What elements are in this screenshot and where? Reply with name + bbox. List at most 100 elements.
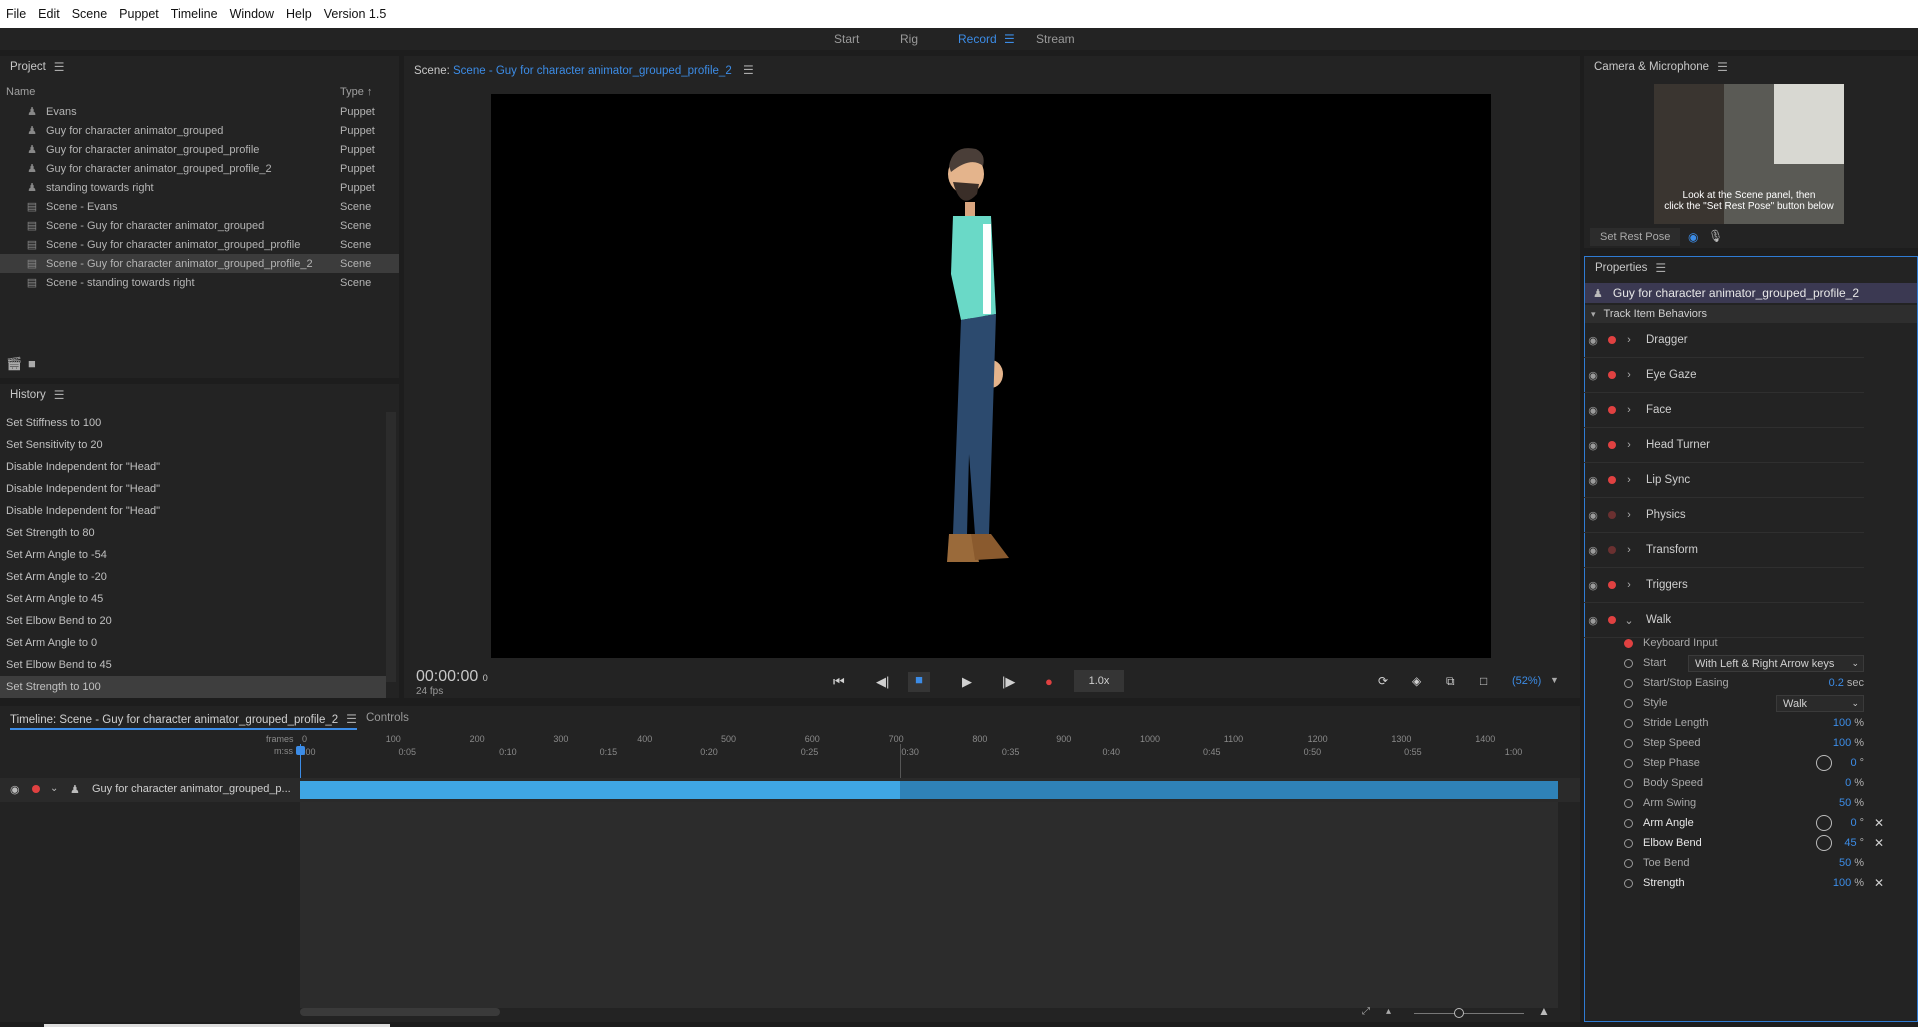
angle-dial-icon[interactable]	[1816, 755, 1832, 771]
eye-icon[interactable]: ◉	[1584, 474, 1602, 487]
eye-icon[interactable]: ◉	[1584, 544, 1602, 557]
project-item[interactable]: ♟ Guy for character animator_grouped Puppe…	[0, 121, 399, 140]
project-col-name[interactable]: Name	[6, 86, 35, 98]
step-forward-icon[interactable]: |▶	[1002, 674, 1015, 690]
zoom-slider-thumb[interactable]	[1454, 1008, 1464, 1018]
record-arm-icon[interactable]	[1608, 336, 1616, 344]
tab-start[interactable]: Start	[834, 32, 859, 46]
chevron-down-icon[interactable]: ⌄	[1622, 614, 1636, 627]
menu-scene[interactable]: Scene	[72, 7, 107, 21]
puppet-figure[interactable]	[491, 94, 1491, 658]
properties-menu-icon[interactable]: ☰	[1655, 261, 1666, 275]
behavior-eye-gaze[interactable]: ◉ › Eye Gaze	[1584, 358, 1864, 393]
param-value[interactable]: 45 °	[1844, 837, 1864, 849]
behavior-head-turner[interactable]: ◉ › Head Turner	[1584, 428, 1864, 463]
go-to-start-icon[interactable]: ⏮	[833, 674, 845, 690]
param-easing[interactable]: Start/Stop Easing 0.2 sec	[1624, 673, 1894, 693]
param-value[interactable]: 0 °	[1850, 817, 1864, 829]
param-value[interactable]: 50%	[1839, 797, 1864, 809]
chevron-right-icon[interactable]: ›	[1622, 544, 1636, 556]
onion-skin-icon[interactable]: ◈	[1412, 674, 1421, 688]
new-scene-icon[interactable]: 🎬︎	[6, 356, 23, 372]
project-col-type[interactable]: Type ↑	[340, 86, 372, 98]
param-keyframe-dot[interactable]	[1624, 798, 1633, 808]
eye-icon[interactable]: ◉	[1584, 439, 1602, 452]
history-item[interactable]: Set Arm Angle to -54	[0, 544, 386, 566]
timeline-tab[interactable]: Timeline: Scene - Guy for character anim…	[10, 712, 357, 730]
param-arm-angle[interactable]: Arm Angle 0 ° ✕	[1624, 813, 1894, 833]
folder-icon[interactable]: ■	[28, 356, 36, 371]
param-keyframe-dot[interactable]	[1624, 698, 1633, 708]
menu-help[interactable]: Help	[286, 7, 312, 21]
param-value[interactable]: 0%	[1845, 777, 1864, 789]
track-bar-tail[interactable]	[900, 781, 1558, 799]
history-item[interactable]: Disable Independent for "Head"	[0, 478, 386, 500]
record-arm-icon[interactable]	[1608, 616, 1616, 624]
project-menu-icon[interactable]: ☰	[54, 60, 65, 74]
angle-dial-icon[interactable]	[1816, 815, 1832, 831]
tab-record[interactable]: Record	[958, 32, 997, 46]
history-menu-icon[interactable]: ☰	[54, 388, 65, 402]
chevron-right-icon[interactable]: ›	[1622, 474, 1636, 486]
param-value[interactable]: 0 °	[1850, 757, 1864, 769]
param-value[interactable]: 100%	[1833, 877, 1864, 889]
history-item[interactable]: Set Strength to 100	[0, 676, 386, 698]
menu-edit[interactable]: Edit	[38, 7, 60, 21]
track-chevron-icon[interactable]: ⌄	[50, 783, 58, 794]
frame-guide-icon[interactable]: □	[1480, 674, 1487, 688]
chevron-right-icon[interactable]: ›	[1622, 509, 1636, 521]
record-arm-icon[interactable]	[1608, 581, 1616, 589]
microphone-icon[interactable]: 🎙︎	[1708, 229, 1723, 243]
history-item[interactable]: Set Sensitivity to 20	[0, 434, 386, 456]
scene-menu-icon[interactable]: ☰	[743, 63, 754, 77]
param-step-phase[interactable]: Step Phase 0 °	[1624, 753, 1894, 773]
record-arm-icon[interactable]	[1608, 511, 1616, 519]
menu-window[interactable]: Window	[230, 7, 274, 21]
history-item[interactable]: Set Strength to 80	[0, 522, 386, 544]
param-elbow[interactable]: Elbow Bend 45 ° ✕	[1624, 833, 1894, 853]
menu-timeline[interactable]: Timeline	[171, 7, 218, 21]
fit-timeline-icon[interactable]: ⤢	[1362, 1006, 1370, 1017]
reset-icon[interactable]: ✕	[1874, 836, 1884, 850]
zoom-slider-track[interactable]	[1414, 1013, 1524, 1014]
eye-icon[interactable]: ◉	[1584, 509, 1602, 522]
easing-value[interactable]: 0.2 sec	[1829, 677, 1864, 689]
param-keyframe-dot[interactable]	[1624, 678, 1633, 688]
timeline-scrollbar[interactable]	[300, 1008, 500, 1016]
history-item[interactable]: Set Arm Angle to 45	[0, 588, 386, 610]
record-arm-icon[interactable]	[1608, 371, 1616, 379]
chevron-right-icon[interactable]: ›	[1622, 334, 1636, 346]
param-keyframe-dot[interactable]	[1624, 758, 1633, 768]
param-keyframe-dot[interactable]	[1624, 778, 1633, 788]
behavior-physics[interactable]: ◉ › Physics	[1584, 498, 1864, 533]
record-arm-icon[interactable]	[1608, 546, 1616, 554]
menu-file[interactable]: File	[6, 7, 26, 21]
history-item[interactable]: Set Stiffness to 100	[0, 412, 386, 434]
timeline-menu-icon[interactable]: ☰	[346, 712, 357, 726]
zoom-dropdown-icon[interactable]: ▼	[1550, 675, 1559, 685]
param-toe[interactable]: Toe Bend 50%	[1624, 853, 1894, 873]
param-keyboard-input[interactable]: Keyboard Input	[1624, 633, 1894, 653]
speed-button[interactable]: 1.0x	[1074, 670, 1124, 692]
chevron-right-icon[interactable]: ›	[1622, 404, 1636, 416]
mirror-icon[interactable]: ⧉	[1446, 674, 1455, 689]
step-back-icon[interactable]: ◀|	[876, 674, 889, 690]
project-item[interactable]: ♟ Evans Puppet	[0, 102, 399, 121]
start-dropdown[interactable]: With Left & Right Arrow keys ⌄	[1688, 655, 1864, 672]
eye-icon[interactable]: ◉	[1584, 369, 1602, 382]
behavior-dragger[interactable]: ◉ › Dragger	[1584, 323, 1864, 358]
behavior-lip-sync[interactable]: ◉ › Lip Sync	[1584, 463, 1864, 498]
chevron-right-icon[interactable]: ›	[1622, 579, 1636, 591]
menu-puppet[interactable]: Puppet	[119, 7, 159, 21]
chevron-right-icon[interactable]: ›	[1622, 369, 1636, 381]
camera-menu-icon[interactable]: ☰	[1717, 60, 1728, 74]
eye-icon[interactable]: ◉	[1584, 334, 1602, 347]
param-strength[interactable]: Strength 100% ✕	[1624, 873, 1894, 893]
zoom-in-icon[interactable]: ▲	[1538, 1004, 1550, 1018]
history-scrollbar[interactable]	[386, 412, 396, 682]
behavior-transform[interactable]: ◉ › Transform	[1584, 533, 1864, 568]
param-keyframe-dot[interactable]	[1624, 718, 1633, 728]
record-arm-icon[interactable]	[1608, 406, 1616, 414]
eye-icon[interactable]: ◉	[1584, 579, 1602, 592]
record-icon[interactable]: ●	[1045, 674, 1053, 689]
